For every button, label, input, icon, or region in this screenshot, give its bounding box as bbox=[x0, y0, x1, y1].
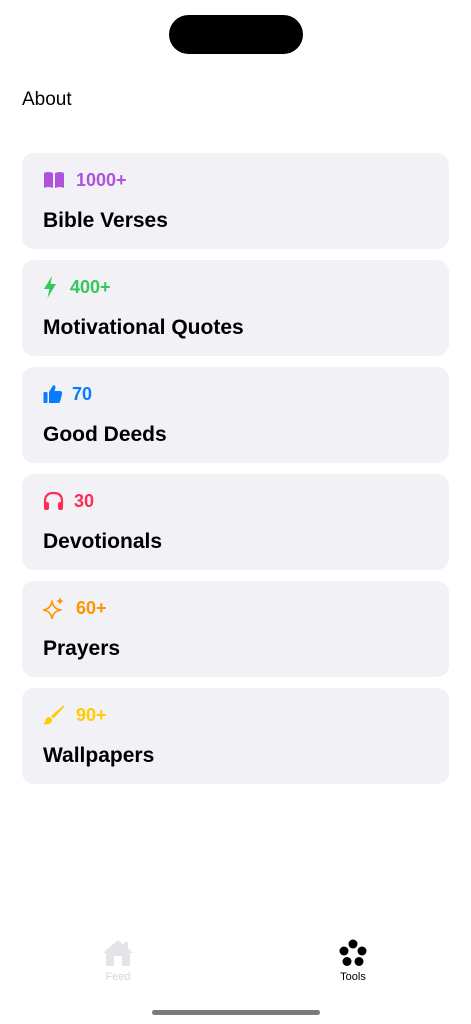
card-good-deeds[interactable]: 70 Good Deeds bbox=[22, 367, 449, 463]
house-icon bbox=[78, 935, 158, 967]
tab-feed-label: Feed bbox=[105, 971, 131, 983]
card-header: 70 bbox=[43, 383, 92, 405]
category-list: 1000+ Bible Verses 400+ Motivational Quo… bbox=[22, 153, 449, 795]
card-header: 30 bbox=[43, 490, 94, 512]
about-link[interactable]: About bbox=[22, 88, 72, 112]
card-count: 30 bbox=[74, 491, 95, 511]
card-header: 400+ bbox=[43, 276, 111, 298]
card-header: 1000+ bbox=[43, 169, 127, 191]
card-header: 60+ bbox=[43, 597, 107, 619]
paintbrush-icon bbox=[43, 704, 67, 726]
tab-tools-label: Tools bbox=[340, 971, 366, 983]
card-title: Devotionals bbox=[43, 530, 163, 553]
card-devotionals[interactable]: 30 Devotionals bbox=[22, 474, 449, 570]
card-count: 1000+ bbox=[76, 170, 127, 190]
card-motivational-quotes[interactable]: 400+ Motivational Quotes bbox=[22, 260, 449, 356]
card-prayers[interactable]: 60+ Prayers bbox=[22, 581, 449, 677]
card-bible-verses[interactable]: 1000+ Bible Verses bbox=[22, 153, 449, 249]
card-title: Bible Verses bbox=[43, 209, 168, 232]
thumbs-up-icon bbox=[43, 383, 63, 405]
card-header: 90+ bbox=[43, 704, 107, 726]
dynamic-island bbox=[169, 15, 303, 54]
home-indicator[interactable] bbox=[152, 1010, 320, 1015]
bolt-icon bbox=[43, 276, 61, 298]
headphones-icon bbox=[43, 490, 65, 512]
card-count: 90+ bbox=[76, 705, 107, 725]
card-wallpapers[interactable]: 90+ Wallpapers bbox=[22, 688, 449, 784]
book-icon bbox=[43, 169, 67, 191]
sparkles-icon bbox=[43, 597, 67, 619]
card-title: Prayers bbox=[43, 637, 121, 660]
circle-grid-icon bbox=[313, 935, 393, 967]
card-count: 400+ bbox=[70, 277, 111, 297]
card-count: 60+ bbox=[76, 598, 107, 618]
card-title: Good Deeds bbox=[43, 423, 167, 446]
screen: About 1000+ Bible Verses 400+ Motivation… bbox=[0, 0, 471, 1024]
card-title: Wallpapers bbox=[43, 744, 155, 767]
tab-feed[interactable]: Feed bbox=[78, 935, 158, 984]
tab-tools[interactable]: Tools bbox=[313, 935, 393, 984]
tab-bar: Feed Tools bbox=[0, 935, 471, 995]
card-title: Motivational Quotes bbox=[43, 316, 244, 339]
card-count: 70 bbox=[72, 384, 93, 404]
